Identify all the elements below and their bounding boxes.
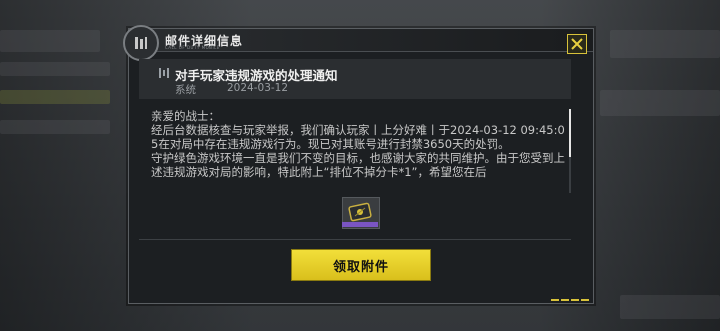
scrollbar-thumb[interactable] [569,109,571,157]
mail-sender: 系统 [175,84,196,96]
close-icon [571,38,583,50]
mail-date: 2024-03-12 [227,82,289,94]
bg-panel-left [0,30,100,52]
mail-body-text: 亲爱的战士： 经后台数据核查与玩家举报，我们确认玩家丨上分好难丨于2024-03… [151,109,565,179]
bg-panel-left [0,90,110,104]
mail-icon [159,68,169,78]
bg-panel-left [0,120,110,134]
divider [139,239,571,240]
bg-panel-right [620,295,720,319]
dialog-subtitle: CALL OF DUTY MOBILE [165,45,220,50]
bg-panel-right [600,90,720,116]
game-logo-icon [123,25,159,61]
footer-ticks [551,299,589,301]
rank-protect-card-icon [348,202,372,222]
close-button[interactable] [567,34,587,54]
mail-body[interactable]: 亲爱的战士： 经后台数据核查与玩家举报，我们确认玩家丨上分好难丨于2024-03… [139,107,571,195]
attachment-rarity-bar [342,222,378,227]
bg-panel-left [0,62,110,76]
claim-attachment-button[interactable]: 领取附件 [291,249,431,281]
mail-detail-dialog: 邮件详细信息 CALL OF DUTY MOBILE 对手玩家违规游戏的处理通知… [123,25,594,304]
dialog-header: 邮件详细信息 CALL OF DUTY MOBILE [123,25,593,61]
bg-panel-right [610,30,720,58]
mail-body-scrollbar[interactable] [569,109,571,193]
